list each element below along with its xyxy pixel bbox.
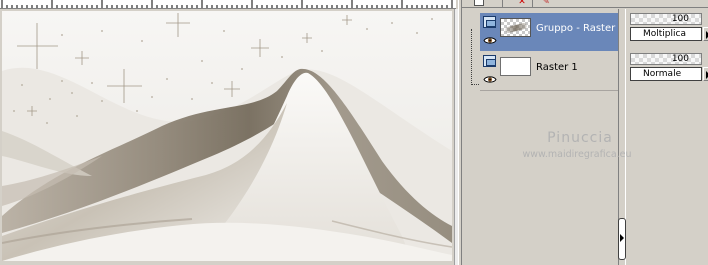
opacity-value: 100 [671,54,689,64]
opacity-slider[interactable]: 100 [630,13,702,25]
blend-mode-select[interactable]: Moltiplica [630,27,702,41]
layer-name: Gruppo - Raster 2 [536,23,625,34]
raster-layer-icon [483,55,497,68]
opacity-slider[interactable]: 100 [630,53,702,65]
opacity-value: 100 [671,14,689,24]
visibility-eye-icon[interactable] [483,36,497,45]
toolbar-separator [532,0,533,7]
visibility-eye-icon[interactable] [483,75,497,84]
layers-palette: ✕ ✎ Gruppo - Raster 2 Raster 1 100 Molti… [462,0,708,265]
layer-thumbnail [500,57,531,76]
delete-x-icon[interactable]: ✕ [515,0,529,7]
expand-arrow-icon[interactable] [620,234,624,242]
blend-mode-arrow-icon[interactable] [703,67,708,81]
blend-mode-select[interactable]: Normale [630,67,702,81]
layer-tree-lines [462,9,480,265]
blend-mode-value: Moltiplica [643,29,686,39]
layers-toolbar: ✕ ✎ [462,0,708,8]
brush-icon[interactable]: ✎ [539,0,553,7]
image-canvas[interactable] [2,11,452,261]
layer-properties-raster-1: 100 Normale [630,53,708,85]
layer-properties: 100 Moltiplica 100 Normale [628,9,708,265]
layer-name: Raster 1 [536,62,578,73]
layer-row-raster-1[interactable]: Raster 1 [480,52,618,91]
blend-mode-value: Normale [643,69,682,79]
layer-list: Gruppo - Raster 2 Raster 1 [480,9,625,265]
new-layer-icon[interactable] [472,0,486,7]
layer-row-gruppo-raster-2[interactable]: Gruppo - Raster 2 [480,13,625,51]
layer-properties-gruppo-raster-2: 100 Moltiplica [630,13,708,45]
raster-layer-icon [483,16,497,29]
layer-thumbnail [500,18,531,37]
toolbar-separator [502,0,503,7]
canvas-artwork [2,11,452,261]
blend-mode-arrow-icon[interactable] [703,27,708,41]
document-area [0,0,458,265]
horizontal-ruler [0,0,456,9]
